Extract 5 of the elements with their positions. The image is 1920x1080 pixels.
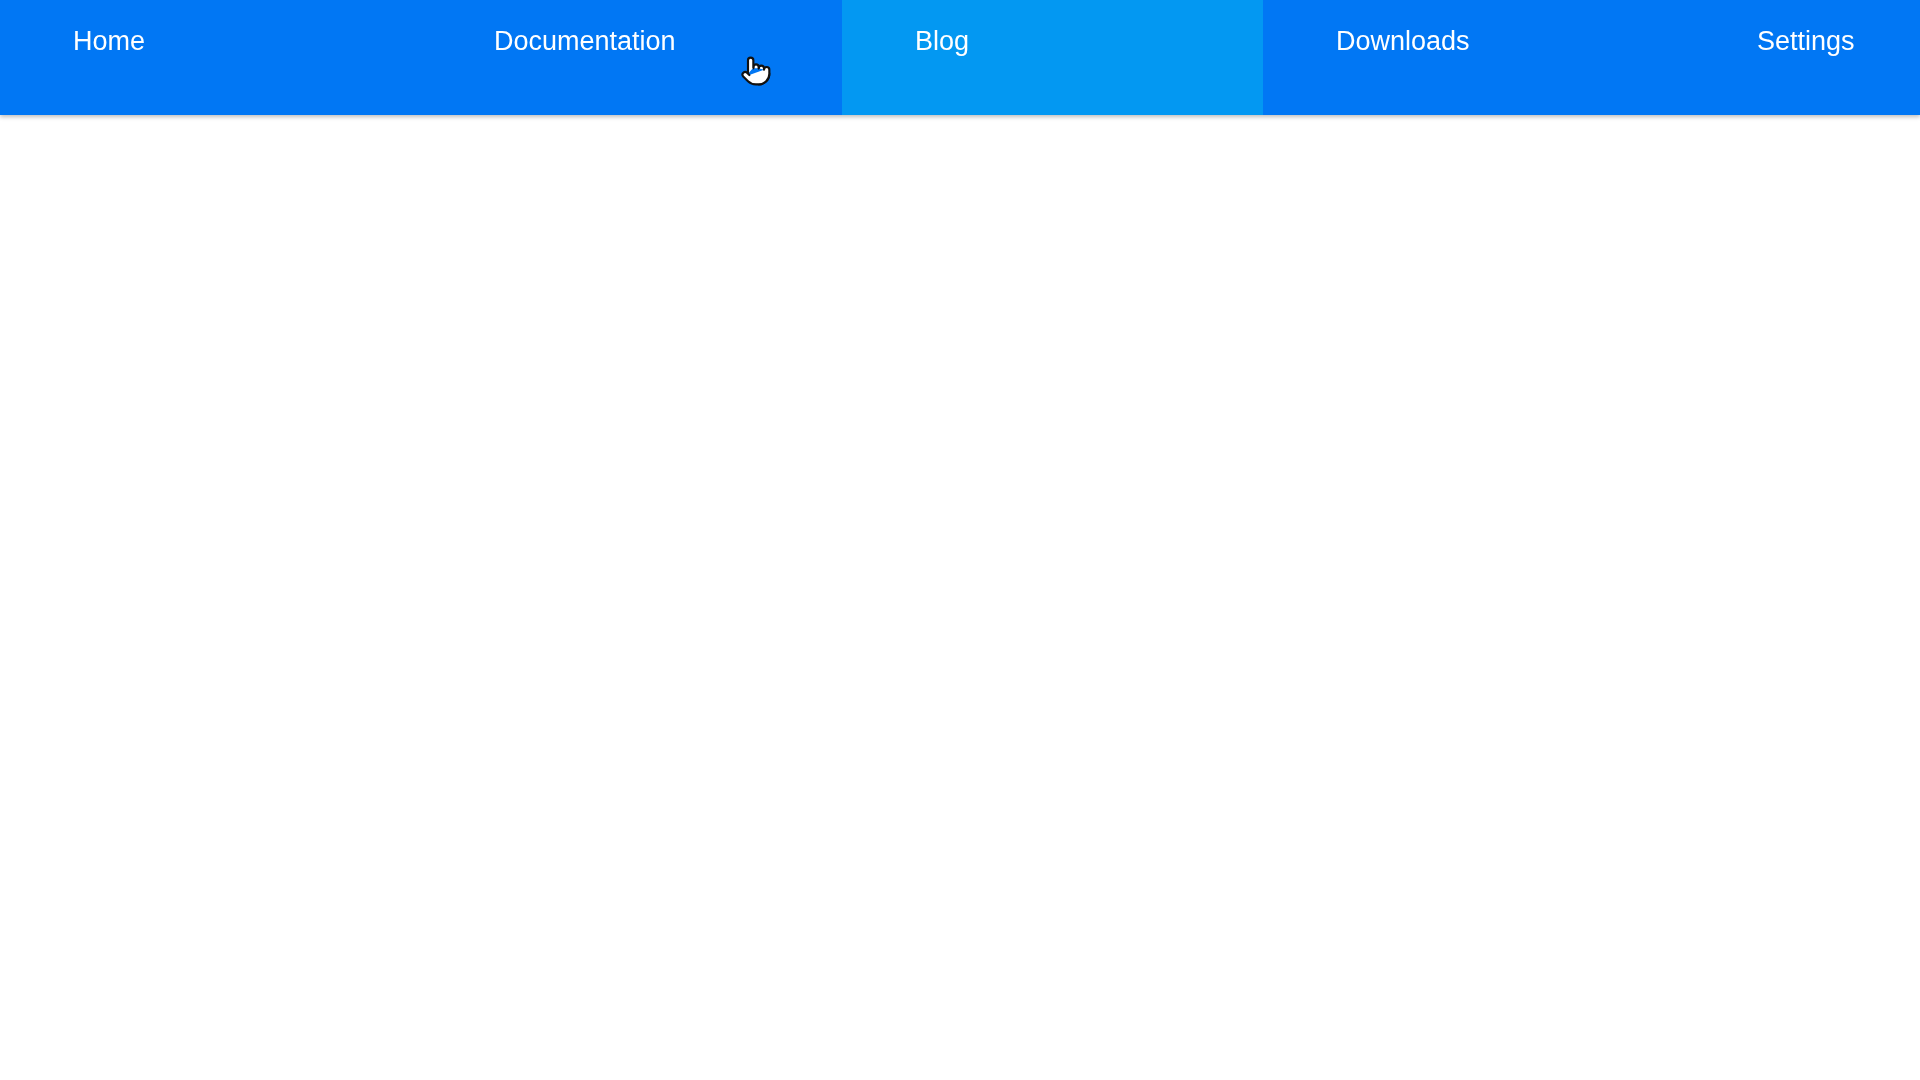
nav-link[interactable]: Home: [0, 0, 421, 115]
nav-link[interactable]: Blog: [842, 0, 1263, 115]
nav-link[interactable]: Documentation: [421, 0, 842, 115]
nav-link[interactable]: Downloads: [1263, 0, 1684, 115]
nav-link[interactable]: Settings: [1684, 0, 1920, 115]
